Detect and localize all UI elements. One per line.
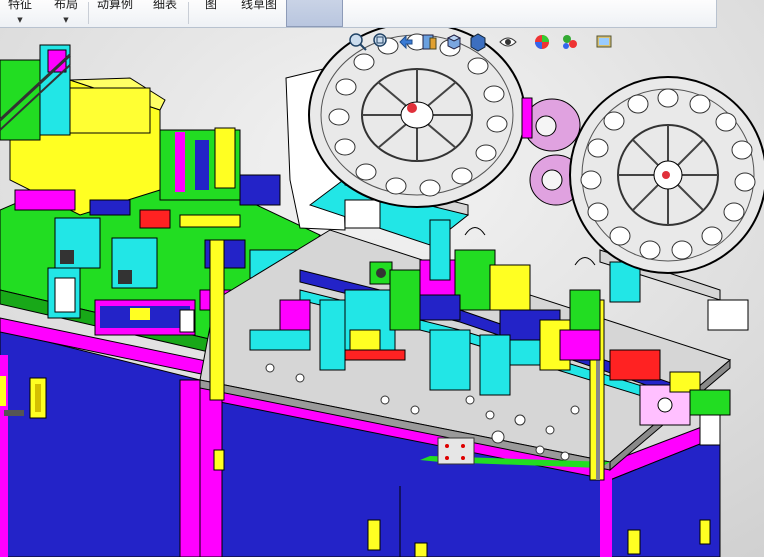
ribbon-button-features[interactable]: 特征 ▼ bbox=[2, 0, 38, 27]
ribbon-button-label: 特征 bbox=[7, 0, 32, 11]
model-viewport[interactable] bbox=[0, 0, 764, 557]
ribbon-button-label: 图 bbox=[204, 0, 217, 11]
ribbon-button-motion-study[interactable]: 动算例 bbox=[92, 0, 138, 27]
previous-view-icon[interactable] bbox=[394, 30, 418, 54]
zoom-area-icon[interactable] bbox=[370, 30, 394, 54]
apply-scene-icon[interactable] bbox=[558, 30, 582, 54]
command-manager-ribbon: 特征 ▼ 布局 ▼ 动算例 细表 图 线草图 bbox=[0, 0, 717, 28]
hide-show-items-icon[interactable] bbox=[496, 30, 520, 54]
ribbon-button-bom[interactable]: 细表 bbox=[148, 0, 182, 27]
section-view-icon[interactable] bbox=[418, 30, 442, 54]
view-orientation-icon[interactable] bbox=[442, 30, 466, 54]
ribbon-button-label: 动算例 bbox=[96, 0, 133, 11]
ribbon-button-label: 细表 bbox=[152, 0, 177, 11]
ribbon-button-active[interactable] bbox=[286, 0, 343, 27]
right-reel bbox=[569, 76, 764, 274]
ribbon-separator bbox=[88, 2, 89, 24]
chevron-down-icon[interactable]: ▼ bbox=[2, 14, 38, 26]
ribbon-button-label: 线草图 bbox=[240, 0, 277, 11]
view-settings-icon[interactable] bbox=[592, 30, 616, 54]
ribbon-button-layout[interactable]: 布局 ▼ bbox=[48, 0, 84, 27]
ribbon-button-label: 布局 bbox=[53, 0, 78, 11]
solidworks-window: 特征 ▼ 布局 ▼ 动算例 细表 图 线草图 bbox=[0, 0, 764, 557]
ribbon-button-view[interactable]: 图 bbox=[196, 0, 226, 27]
ribbon-separator bbox=[188, 2, 189, 24]
zoom-fit-icon[interactable] bbox=[346, 30, 370, 54]
ribbon-button-3d-sketch[interactable]: 线草图 bbox=[236, 0, 282, 27]
edit-appearance-icon[interactable] bbox=[530, 30, 554, 54]
display-style-icon[interactable] bbox=[466, 30, 490, 54]
chevron-down-icon[interactable]: ▼ bbox=[48, 14, 84, 26]
